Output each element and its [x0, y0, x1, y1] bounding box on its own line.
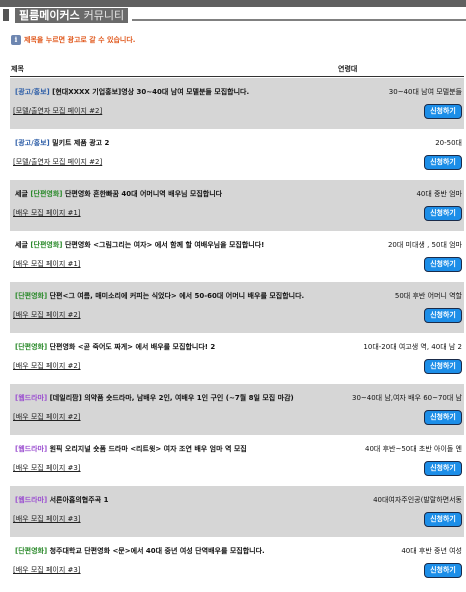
table-row: [광고/홍보] 밀키트 제품 광고 2 [모델/출연자 모집 페이지 #2] 20-…	[10, 129, 464, 180]
page-title: 필름메이커스 커뮤니티	[15, 8, 129, 23]
notice-text: 제목을 누르면 광고로 갈 수 있습니다.	[24, 36, 136, 44]
age-range: 50대 후반 어머니 역할	[394, 292, 462, 300]
listing-title-link[interactable]: [단편영화] 단편영화 <곧 죽어도 짜게> 에서 배우를 모집합니다! 2	[15, 342, 215, 352]
recruit-page-link[interactable]: [모델/출연자 모집 페이지 #2]	[13, 106, 102, 116]
apply-button[interactable]: 신청하기	[424, 104, 462, 119]
listing-title-text: 단편영화 흔한빠꿈 40대 어머니역 배우님 모집합니다	[64, 190, 223, 198]
apply-button[interactable]: 신청하기	[424, 410, 462, 425]
listing-title-text: 원픽 오리지널 숏폼 드라마 <리트윗> 여자 조연 배우 엄마 역 모집	[49, 445, 247, 453]
apply-button[interactable]: 신청하기	[424, 359, 462, 374]
age-range: 30~40대 남,여자 배우 60~70대 남	[351, 394, 462, 402]
table-row: [광고/홍보] [현대XXXX 기업홍보]영상 30~40대 남여 모델분들 모…	[10, 78, 464, 129]
category-tag: [웹드라마]	[15, 496, 48, 504]
listing-title-text: [현대XXXX 기업홍보]영상 30~40대 남여 모델분들 모집합니다.	[52, 88, 250, 96]
listing-title-link[interactable]: 세글 [단편영화] 단편영화 흔한빠꿈 40대 어머니역 배우님 모집합니다	[15, 189, 222, 199]
table-row: [단편영화] 단편<그 여름, 매미소리에 커피는 식었다> 에서 50-60대…	[10, 282, 464, 333]
recruit-page-link[interactable]: [배우 모집 페이지 #3]	[13, 463, 81, 473]
table-row: [단편영화] 단편영화 <곧 죽어도 짜게> 에서 배우를 모집합니다! 2 [배…	[10, 333, 464, 384]
recruit-page-link[interactable]: [배우 모집 페이지 #2]	[13, 310, 81, 320]
listing-table: [광고/홍보] [현대XXXX 기업홍보]영상 30~40대 남여 모델분들 모…	[10, 78, 464, 588]
age-range: 30~40대 남여 모델분들	[388, 88, 462, 96]
apply-button[interactable]: 신청하기	[424, 563, 462, 578]
category-tag: [단편영화]	[30, 241, 63, 249]
listing-title-link[interactable]: [광고/홍보] [현대XXXX 기업홍보]영상 30~40대 남여 모델분들 모…	[15, 87, 249, 97]
listing-title-link[interactable]: [단편영화] 청주대학교 단편영화 <문>에서 40대 중년 여성 단역배우를 …	[15, 546, 265, 556]
age-range: 40대 중반 엄마	[416, 190, 462, 198]
table-row: 세글 [단편영화] 단편영화 흔한빠꿈 40대 어머니역 배우님 모집합니다 [배…	[10, 180, 464, 231]
page-header: 필름메이커스 커뮤니티	[0, 7, 466, 23]
table-row: [단편영화] 청주대학교 단편영화 <문>에서 40대 중년 여성 단역배우를 …	[10, 537, 464, 588]
apply-button[interactable]: 신청하기	[424, 461, 462, 476]
header-divider-line	[10, 76, 464, 77]
listing-title-link[interactable]: [광고/홍보] 밀키트 제품 광고 2	[15, 138, 109, 148]
age-range: 10대-20대 여고생 역, 40대 남 2	[363, 343, 462, 351]
listing-title-text: 단편영화 <그림그리는 여자> 에서 함께 할 여배우님을 모집합니다!	[64, 241, 265, 249]
listing-title-link[interactable]: [웹드라마] 원픽 오리지널 숏폼 드라마 <리트윗> 여자 조연 배우 엄마 …	[15, 444, 247, 454]
listing-title-text: 청주대학교 단편영화 <문>에서 40대 중년 여성 단역배우를 모집합니다.	[49, 547, 265, 555]
age-range: 40대 후반~50대 초반 아이돌 엔	[365, 445, 462, 453]
listing-title-link[interactable]: [단편영화] 단편<그 여름, 매미소리에 커피는 식었다> 에서 50-60대…	[15, 291, 304, 301]
category-tag: [단편영화]	[15, 547, 48, 555]
age-range: 20-50대	[435, 139, 462, 147]
apply-button[interactable]: 신청하기	[424, 257, 462, 272]
apply-button[interactable]: 신청하기	[424, 155, 462, 170]
category-tag: [광고/홍보]	[15, 139, 50, 147]
header-marker	[3, 9, 9, 21]
category-tag: [광고/홍보]	[15, 88, 50, 96]
apply-button[interactable]: 신청하기	[424, 206, 462, 221]
listing-prefix: 세글	[15, 241, 28, 249]
recruit-page-link[interactable]: [배우 모집 페이지 #3]	[13, 565, 81, 575]
table-row: 세글 [단편영화] 단편영화 <그림그리는 여자> 에서 함께 할 여배우님을 …	[10, 231, 464, 282]
age-range: 40대 후반 중년 여성	[401, 547, 462, 555]
category-tag: [웹드라마]	[15, 445, 48, 453]
listing-prefix: 세글	[15, 190, 28, 198]
category-tag: [웹드라마]	[15, 394, 48, 402]
apply-button[interactable]: 신청하기	[424, 512, 462, 527]
listing-title-link[interactable]: [웹드라마] 서른아홉의협주곡 1	[15, 495, 108, 505]
info-icon: i	[11, 35, 21, 45]
column-header-age: 연령대	[338, 65, 358, 73]
recruit-page-link[interactable]: [배우 모집 페이지 #2]	[13, 412, 81, 422]
apply-button[interactable]: 신청하기	[424, 308, 462, 323]
recruit-page-link[interactable]: [배우 모집 페이지 #2]	[13, 361, 81, 371]
listing-title-link[interactable]: [웹드라마] [데일리팜] 의약품 숏드라마, 남배우 2인, 여배우 1인 구…	[15, 393, 294, 403]
age-range: 40대여자주인공(발랄하면서동	[373, 496, 462, 504]
listing-title-text: [데일리팜] 의약품 숏드라마, 남배우 2인, 여배우 1인 구인 (~7월 …	[49, 394, 294, 402]
table-row: [웹드라마] 원픽 오리지널 숏폼 드라마 <리트윗> 여자 조연 배우 엄마 …	[10, 435, 464, 486]
category-tag: [단편영화]	[15, 343, 48, 351]
recruit-page-link[interactable]: [배우 모집 페이지 #1]	[13, 259, 81, 269]
category-tag: [단편영화]	[30, 190, 63, 198]
site-name: 필름메이커스	[19, 9, 80, 22]
page-subtitle: 커뮤니티	[83, 9, 125, 22]
listing-title-text: 단편영화 <곧 죽어도 짜게> 에서 배우를 모집합니다! 2	[49, 343, 216, 351]
header-divider	[132, 19, 466, 21]
column-header-title: 제목	[11, 65, 24, 73]
listing-title-link[interactable]: 세글 [단편영화] 단편영화 <그림그리는 여자> 에서 함께 할 여배우님을 …	[15, 240, 264, 250]
recruit-page-link[interactable]: [배우 모집 페이지 #1]	[13, 208, 81, 218]
top-bar	[0, 0, 466, 7]
category-tag: [단편영화]	[15, 292, 48, 300]
age-range: 20대 미대생 , 50대 엄마	[387, 241, 462, 249]
listing-title-text: 밀키트 제품 광고 2	[52, 139, 110, 147]
listing-title-text: 단편<그 여름, 매미소리에 커피는 식었다> 에서 50-60대 어머니 배우…	[49, 292, 305, 300]
recruit-page-link[interactable]: [배우 모집 페이지 #3]	[13, 514, 81, 524]
table-row: [웹드라마] 서른아홉의협주곡 1 [배우 모집 페이지 #3] 40대여자주인공(…	[10, 486, 464, 537]
table-header: 제목 연령대	[0, 64, 466, 76]
notice: i 제목을 누르면 광고로 갈 수 있습니다.	[11, 35, 135, 45]
listing-title-text: 서른아홉의협주곡 1	[49, 496, 109, 504]
table-row: [웹드라마] [데일리팜] 의약품 숏드라마, 남배우 2인, 여배우 1인 구…	[10, 384, 464, 435]
recruit-page-link[interactable]: [모델/출연자 모집 페이지 #2]	[13, 157, 102, 167]
